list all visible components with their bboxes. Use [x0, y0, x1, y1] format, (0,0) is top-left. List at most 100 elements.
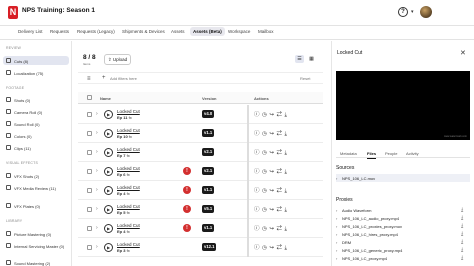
- table-row[interactable]: › ▶ Locked Cut Ep 7 fx v2.1 ⓘ◷↪⇄⤓: [78, 143, 323, 162]
- proxy-file-row[interactable]: › DRM ⤓: [336, 238, 470, 246]
- chevron-right-icon[interactable]: ›: [96, 206, 98, 212]
- download-icon[interactable]: ⤓: [461, 231, 463, 237]
- add-filter-icon[interactable]: +: [102, 75, 106, 81]
- download-icon[interactable]: ⤓: [461, 255, 463, 261]
- version-badge[interactable]: v2.1: [202, 167, 215, 175]
- row-title[interactable]: Locked Cut: [117, 223, 140, 228]
- info-icon[interactable]: ⓘ: [254, 112, 262, 118]
- video-player[interactable]: www.watermark.com: [336, 71, 470, 140]
- play-icon[interactable]: ▶: [104, 204, 113, 214]
- version-badge[interactable]: v2.1: [202, 148, 215, 156]
- row-checkbox[interactable]: [87, 207, 92, 212]
- info-icon[interactable]: ⓘ: [254, 245, 262, 251]
- tab-shipments-devices[interactable]: Shipments & Devices: [122, 29, 165, 34]
- download-icon[interactable]: ⤓: [461, 239, 463, 245]
- download-icon[interactable]: ⤓: [284, 131, 289, 137]
- avatar[interactable]: [420, 6, 432, 18]
- row-checkbox[interactable]: [87, 150, 92, 155]
- tab-activity[interactable]: Activity: [406, 151, 419, 156]
- tab-workspace[interactable]: Workspace: [228, 29, 250, 34]
- sidebar-item-localization[interactable]: Localization (75): [3, 68, 69, 77]
- row-checkbox[interactable]: [87, 188, 92, 193]
- sidebar-item-clips[interactable]: Clips (11): [3, 143, 69, 152]
- column-name[interactable]: Name: [100, 96, 111, 101]
- column-version[interactable]: Version: [202, 96, 216, 101]
- filter-input[interactable]: Add filters here: [110, 76, 137, 81]
- table-row[interactable]: › ▶ Locked Cut Ep 4 fx! v1.1 ⓘ◷↪⇄⤓: [78, 181, 323, 200]
- warning-icon[interactable]: !: [183, 186, 191, 194]
- download-icon[interactable]: ⤓: [284, 150, 289, 156]
- info-icon[interactable]: ⓘ: [254, 207, 262, 213]
- play-icon[interactable]: ▶: [104, 128, 113, 138]
- download-icon[interactable]: ⤓: [284, 207, 289, 213]
- play-icon[interactable]: ▶: [104, 223, 113, 233]
- row-title[interactable]: Locked Cut: [117, 204, 140, 209]
- row-checkbox[interactable]: [87, 226, 92, 231]
- chevron-right-icon[interactable]: ›: [96, 168, 98, 174]
- row-title[interactable]: Locked Cut: [117, 109, 140, 114]
- play-icon[interactable]: ▶: [104, 185, 113, 195]
- sidebar-item-vfx-plates[interactable]: VFX Plates (0): [3, 201, 69, 210]
- sidebar-item-sound-roll[interactable]: Sound Roll (0): [3, 119, 69, 128]
- warning-icon[interactable]: !: [183, 167, 191, 175]
- proxy-file-row[interactable]: › NPS_106_LC_audio_proxy.mp4 ⤓: [336, 214, 470, 222]
- chevron-right-icon[interactable]: ›: [96, 130, 98, 136]
- row-title[interactable]: Locked Cut: [117, 128, 140, 133]
- play-icon[interactable]: ▶: [104, 147, 113, 157]
- table-row[interactable]: › ▶ Locked Cut Ep 11 fx v4.0 ⓘ◷↪⇄⤓: [78, 105, 323, 124]
- sidebar-item-camera-roll[interactable]: Camera Roll (0): [3, 107, 69, 116]
- row-actions[interactable]: ⓘ◷↪⇄⤓: [254, 167, 289, 176]
- proxy-file-row[interactable]: › NPS_106_LC_proxy.mp4 ⤓: [336, 254, 470, 262]
- info-icon[interactable]: ⓘ: [254, 169, 262, 175]
- play-icon[interactable]: ▶: [104, 166, 113, 176]
- chevron-right-icon[interactable]: ›: [96, 149, 98, 155]
- row-actions[interactable]: ⓘ◷↪⇄⤓: [254, 148, 289, 157]
- tab-delivery-list[interactable]: Delivery List: [18, 29, 43, 34]
- download-icon[interactable]: ⤓: [284, 226, 289, 232]
- version-badge[interactable]: v1.1: [202, 224, 215, 232]
- project-title[interactable]: NPS Training: Season 1: [22, 7, 95, 14]
- row-actions[interactable]: ⓘ◷↪⇄⤓: [254, 224, 289, 233]
- proxy-file-row[interactable]: › NPS_106_LC_proxies_proxy.mov ⤓: [336, 222, 470, 230]
- list-view-icon[interactable]: ☰: [295, 55, 304, 63]
- download-icon[interactable]: ⤓: [284, 169, 289, 175]
- row-checkbox[interactable]: [87, 112, 92, 117]
- row-title[interactable]: Locked Cut: [117, 166, 140, 171]
- download-icon[interactable]: ⤓: [284, 112, 289, 118]
- warning-icon[interactable]: !: [183, 205, 191, 213]
- chevron-right-icon[interactable]: ›: [96, 244, 98, 250]
- grid-view-icon[interactable]: ▦: [307, 55, 316, 63]
- download-icon[interactable]: ⤓: [461, 215, 463, 221]
- filter-icon[interactable]: ≡: [87, 76, 91, 82]
- row-actions[interactable]: ⓘ◷↪⇄⤓: [254, 129, 289, 138]
- source-file-row[interactable]: › NPS_106_LC.mov: [336, 174, 470, 182]
- version-badge[interactable]: v5.1: [202, 205, 215, 213]
- row-checkbox[interactable]: [87, 245, 92, 250]
- version-badge[interactable]: v12.1: [202, 243, 217, 251]
- chevron-right-icon[interactable]: ›: [96, 187, 98, 193]
- tab-assets-beta[interactable]: Assets (Beta): [190, 27, 225, 36]
- version-badge[interactable]: v1.1: [202, 129, 215, 137]
- sidebar-item-internal-servicing[interactable]: Internal Servicing Master (0): [3, 241, 69, 254]
- download-icon[interactable]: ⤓: [284, 245, 289, 251]
- row-title[interactable]: Locked Cut: [117, 185, 140, 190]
- version-badge[interactable]: v4.0: [202, 110, 215, 118]
- info-icon[interactable]: ⓘ: [254, 150, 262, 156]
- download-icon[interactable]: ⤓: [284, 188, 289, 194]
- table-row[interactable]: › ▶ Locked Cut Ep 10 fx v1.1 ⓘ◷↪⇄⤓: [78, 124, 323, 143]
- chevron-right-icon[interactable]: ›: [96, 111, 98, 117]
- table-row[interactable]: › ▶ Locked Cut Ep 4 fx! v1.1 ⓘ◷↪⇄⤓: [78, 219, 323, 238]
- chevron-down-icon[interactable]: ▾: [411, 9, 414, 15]
- upload-button[interactable]: ⇪ Upload: [104, 54, 131, 65]
- row-title[interactable]: Locked Cut: [117, 147, 140, 152]
- version-badge[interactable]: v1.1: [202, 186, 215, 194]
- info-icon[interactable]: ⓘ: [254, 188, 262, 194]
- tab-people[interactable]: People: [385, 151, 397, 156]
- reset-button[interactable]: Reset: [300, 76, 310, 81]
- play-icon[interactable]: ▶: [104, 109, 113, 119]
- tab-assets[interactable]: Assets: [171, 29, 185, 34]
- tab-requests-legacy[interactable]: Requests (Legacy): [77, 29, 115, 34]
- download-icon[interactable]: ⤓: [461, 247, 463, 253]
- download-icon[interactable]: ⤓: [461, 223, 463, 229]
- row-title[interactable]: Locked Cut: [117, 242, 140, 247]
